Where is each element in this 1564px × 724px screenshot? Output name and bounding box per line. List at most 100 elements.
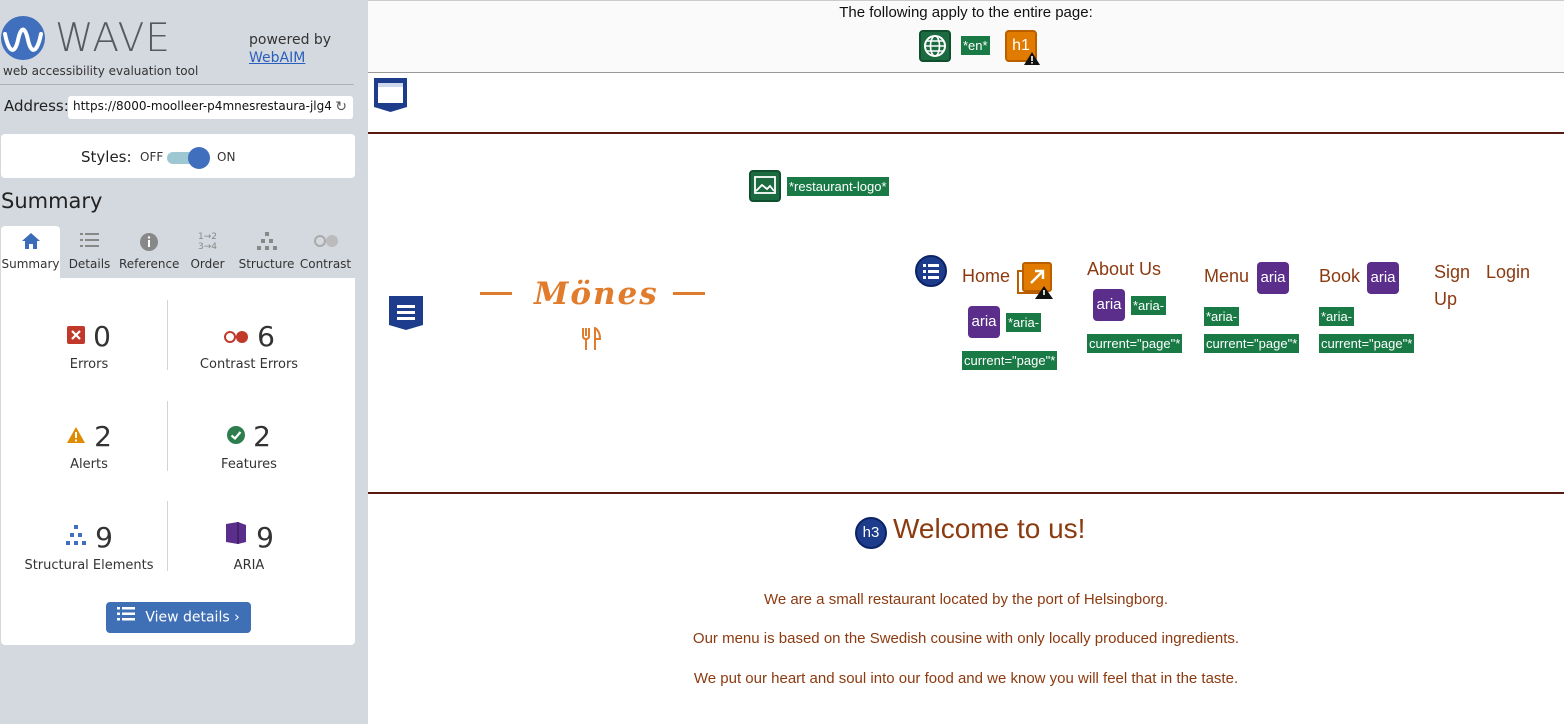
- tab-details[interactable]: Details: [60, 226, 119, 278]
- aria-icon-label: aria: [971, 313, 997, 330]
- tab-order[interactable]: 1→2 3→4 Order: [178, 226, 237, 278]
- fork-knife-icon: [580, 326, 602, 357]
- aria-icon[interactable]: aria: [968, 306, 1000, 338]
- stat-contrast-errors[interactable]: 6 Contrast Errors: [169, 320, 329, 372]
- contrast-label: Contrast Errors: [199, 357, 299, 372]
- aria-icon-label: aria: [1260, 269, 1286, 286]
- wave-sidebar: WAVE web accessibility evaluation tool p…: [0, 0, 368, 724]
- h3-heading-icon[interactable]: h3: [855, 517, 887, 553]
- address-label: Address:: [4, 97, 69, 115]
- signup-line-1: Sign: [1434, 262, 1471, 282]
- powered-by-text: powered by: [249, 32, 332, 48]
- stat-errors[interactable]: 0 Errors: [9, 320, 169, 372]
- contrast-count: 6: [257, 320, 275, 353]
- wave-tagline: web accessibility evaluation tool: [3, 64, 199, 78]
- structural-label: Structural Elements: [24, 558, 154, 573]
- aria-icon[interactable]: aria: [1093, 289, 1125, 321]
- tab-structure[interactable]: Structure: [237, 226, 296, 278]
- aria-label: ARIA: [233, 558, 265, 573]
- list-icon: [117, 602, 136, 633]
- features-count: 2: [253, 420, 271, 453]
- tab-reference[interactable]: Reference: [119, 226, 180, 278]
- alerts-label: Alerts: [70, 457, 108, 472]
- reload-icon[interactable]: ↻: [335, 99, 347, 115]
- styles-toggle-knob[interactable]: [188, 147, 210, 169]
- contrast-error-icon: [223, 318, 249, 352]
- address-input[interactable]: https://8000-moolleer-p4mnesrestaura-jlg…: [68, 96, 353, 119]
- aria-current-tag: current="page"*: [1204, 334, 1300, 353]
- stat-alerts[interactable]: 2 Alerts: [9, 420, 169, 472]
- banner-text: The following apply to the entire page:: [839, 4, 1093, 21]
- view-details-button[interactable]: View details ›: [106, 602, 251, 633]
- brand-name[interactable]: Mönes: [534, 276, 659, 312]
- navigation-landmark-icon[interactable]: [388, 295, 424, 335]
- evaluated-page: The following apply to the entire page: …: [368, 0, 1564, 724]
- stat-features[interactable]: 2 Features: [169, 420, 329, 472]
- view-details-label: View details ›: [145, 609, 240, 626]
- address-value: https://8000-moolleer-p4mnesrestaura-jlg…: [73, 99, 332, 113]
- divider: [0, 84, 354, 85]
- webaim-link[interactable]: WebAIM: [249, 49, 331, 67]
- nav-signup-link[interactable]: Sign Up: [1434, 259, 1470, 313]
- styles-on-label: ON: [217, 150, 236, 164]
- h3-label: h3: [862, 524, 880, 541]
- tab-label: Structure: [238, 257, 295, 271]
- contrast-icon: [296, 232, 355, 254]
- styles-label: Styles:: [81, 148, 132, 166]
- panel-tabs: Summary Details Reference 1→2 3→4 Order S…: [1, 226, 355, 278]
- tab-contrast[interactable]: Contrast: [296, 226, 355, 278]
- structural-count: 9: [95, 521, 113, 554]
- warning-icon: [1024, 52, 1040, 65]
- brand-dash-left: [480, 292, 512, 295]
- summary-card: 0 Errors 6 Contrast Errors 2 Alerts 2 Fe…: [1, 278, 355, 645]
- wave-logo-text: WAVE: [55, 16, 171, 61]
- page-wide-banner: The following apply to the entire page: …: [368, 0, 1564, 73]
- tab-label: Reference: [119, 257, 180, 271]
- language-globe-icon[interactable]: [919, 30, 951, 62]
- aria-icon-label: aria: [1370, 269, 1396, 286]
- aria-current-tag: current="page"*: [1319, 334, 1415, 353]
- redundant-link-alert-icon[interactable]: [1017, 262, 1055, 304]
- aria-current-tag: *aria-: [1006, 313, 1042, 332]
- nav-book-link[interactable]: Book: [1319, 266, 1360, 287]
- lang-tag: *en*: [961, 36, 990, 55]
- summary-heading: Summary: [1, 189, 103, 213]
- aria-current-tag: *aria-: [1204, 307, 1240, 326]
- wave-logo-icon: [1, 16, 45, 60]
- info-icon: [119, 232, 178, 254]
- structure-icon: [237, 232, 296, 254]
- tab-label: Summary: [1, 257, 60, 271]
- header-top-border: [368, 132, 1564, 134]
- alerts-count: 2: [94, 420, 112, 453]
- powered-by: powered by WebAIM: [249, 31, 331, 67]
- aria-current-tag: *aria-: [1131, 296, 1167, 315]
- unordered-list-icon[interactable]: [915, 255, 947, 291]
- brand-dash-right: [673, 292, 705, 295]
- nav-about-link[interactable]: About Us: [1087, 259, 1161, 280]
- signup-line-2: Up: [1434, 289, 1458, 309]
- styles-toggle-box: Styles: OFF ON: [1, 134, 355, 178]
- errors-label: Errors: [69, 357, 109, 372]
- tab-label: Order: [190, 257, 225, 271]
- aria-count: 9: [256, 521, 274, 554]
- stat-aria[interactable]: 9 ARIA: [169, 521, 329, 573]
- intro-paragraph: We put our heart and soul into our food …: [693, 670, 1239, 687]
- nav-home-link[interactable]: Home: [962, 266, 1010, 287]
- home-icon: [1, 232, 60, 254]
- aria-icon[interactable]: aria: [1257, 262, 1289, 294]
- errors-count: 0: [93, 320, 111, 353]
- tab-summary[interactable]: Summary: [1, 226, 60, 278]
- nav-menu-link[interactable]: Menu: [1204, 266, 1249, 287]
- aria-icon: [224, 519, 248, 553]
- tab-label: Details: [68, 257, 111, 271]
- stat-structural[interactable]: 9 Structural Elements: [9, 521, 169, 573]
- list-icon: [60, 232, 119, 254]
- header-bottom-border: [368, 492, 1564, 494]
- aria-icon[interactable]: aria: [1367, 262, 1399, 294]
- alert-icon: [66, 418, 86, 452]
- aria-icon-label: aria: [1096, 296, 1122, 313]
- header-landmark-icon[interactable]: [373, 77, 408, 117]
- nav-login-link[interactable]: Login: [1486, 259, 1530, 286]
- aria-current-tag: current="page"*: [962, 351, 1058, 370]
- linked-image-alt-icon[interactable]: [749, 170, 781, 206]
